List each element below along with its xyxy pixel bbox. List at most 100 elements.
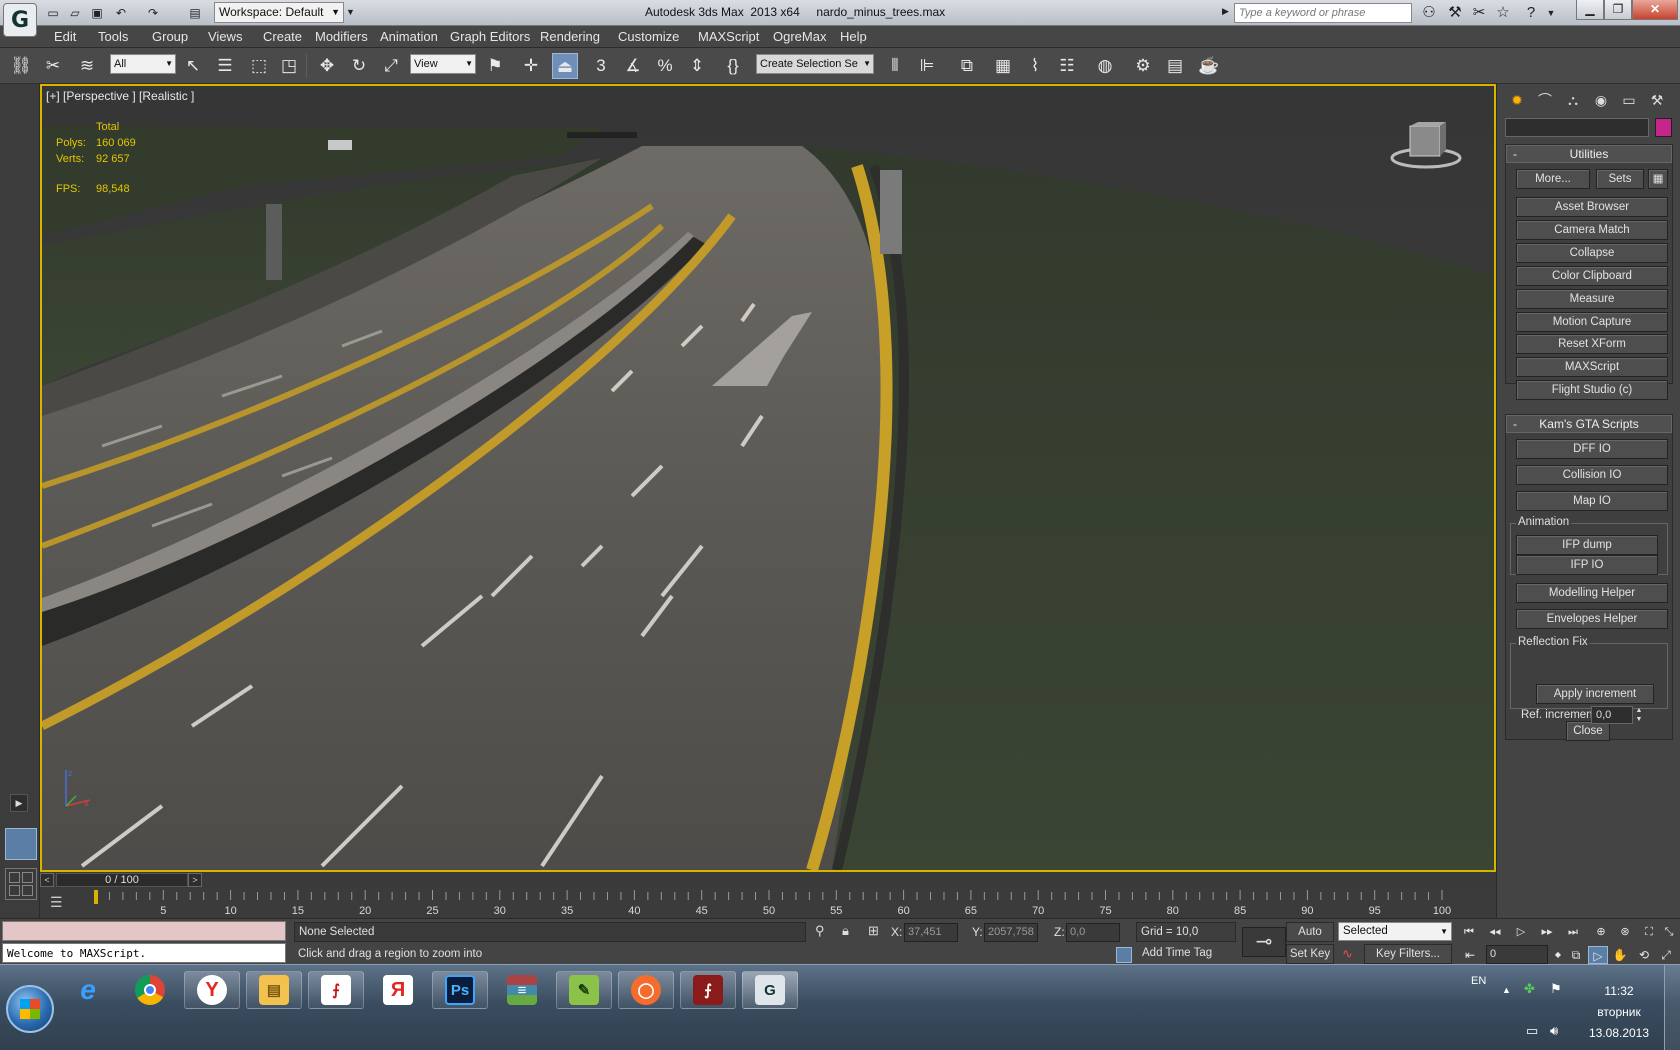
volume-icon[interactable]: 🔊︎ <box>1550 1023 1558 1039</box>
angle-snap-icon[interactable]: ∡ <box>620 53 646 79</box>
show-hidden-icons[interactable]: ▲ <box>1502 985 1511 995</box>
communication-icon[interactable]: ✂ <box>1468 3 1490 23</box>
key-filters-button[interactable]: Key Filters... <box>1364 944 1452 964</box>
key-mode-toggle-icon[interactable]: ⇤ <box>1460 946 1480 964</box>
z-coordinate-field[interactable]: 0,0 <box>1066 923 1120 942</box>
project-folder-icon[interactable]: ▤ <box>186 4 204 22</box>
taskbar-file-explorer[interactable]: ▤ <box>246 971 302 1009</box>
align-icon[interactable]: ⊫ <box>914 53 940 79</box>
keyboard-shortcut-override-icon[interactable]: ⏏ <box>552 53 578 79</box>
measure-button[interactable]: Measure <box>1516 289 1668 309</box>
viewcube-icon[interactable] <box>1388 122 1464 170</box>
envelopes-helper-button[interactable]: Envelopes Helper <box>1516 609 1668 629</box>
subscription-icon[interactable]: ⚒ <box>1444 3 1466 23</box>
keyword-search-input[interactable]: Type a keyword or phrase <box>1234 3 1412 23</box>
reference-coordinate-dropdown[interactable]: View ▼ <box>410 54 476 74</box>
taskbar-acrobat-reader[interactable]: ⨍ <box>308 971 364 1009</box>
collapse-button[interactable]: Collapse <box>1516 243 1668 263</box>
flight-studio-button[interactable]: Flight Studio (c) <box>1516 380 1668 400</box>
maxscript-button[interactable]: MAXScript <box>1516 357 1668 377</box>
add-time-tag-button[interactable]: Add Time Tag <box>1142 947 1212 959</box>
dff-io-button[interactable]: DFF IO <box>1516 439 1668 459</box>
timeline-ruler[interactable]: 5 10 15 20 25 30 35 40 45 50 55 60 65 70 75 80 85 90 95 100 <box>40 888 1496 918</box>
zoom-extents-icon[interactable]: ⛶ <box>1638 923 1660 941</box>
viewport-scene[interactable] <box>42 86 1494 870</box>
zoom-all-icon[interactable]: ⊛ <box>1614 923 1636 941</box>
apply-increment-button[interactable]: Apply increment <box>1536 684 1654 704</box>
time-slider-thumb[interactable]: 0 / 100 <box>56 873 188 887</box>
link-icon[interactable]: ⛓ <box>8 53 34 79</box>
menu-edit[interactable]: Edit <box>54 26 76 48</box>
action-center-flag-icon[interactable]: ⚑ <box>1550 981 1562 997</box>
pivot-center-icon[interactable]: ⚑ <box>482 53 508 79</box>
quad-viewport-layout[interactable] <box>5 868 37 900</box>
rotate-icon[interactable]: ↻ <box>346 53 372 79</box>
layer-manager-icon[interactable]: ⧉ <box>954 53 980 79</box>
y-coordinate-field[interactable]: 2057,758 <box>984 923 1038 942</box>
taskbar-winrar[interactable]: ≡ <box>494 971 550 1009</box>
menu-tools[interactable]: Tools <box>98 26 128 48</box>
play-icon[interactable]: ▷ <box>1510 923 1532 941</box>
mirror-icon[interactable]: ⫴ <box>882 53 908 79</box>
network-tray-icon[interactable]: ✤ <box>1524 981 1535 997</box>
time-tag-icon[interactable] <box>1116 947 1132 963</box>
taskbar-yandex[interactable]: Я <box>370 971 426 1009</box>
ref-increment-spinner-icon[interactable]: ▲ ▼ <box>1634 706 1644 724</box>
viewport-label-menu[interactable]: [+] [Perspective ] [Realistic ] <box>46 89 194 103</box>
close-rollout-button[interactable]: Close <box>1566 721 1610 741</box>
maxscript-listener-output[interactable]: Welcome to MAXScript. <box>2 943 286 963</box>
previous-key-icon[interactable]: ◂◂ <box>1484 923 1506 941</box>
taskbar-3ds-max[interactable]: G <box>742 971 798 1009</box>
taskbar-acrobat[interactable]: ⨍ <box>680 971 736 1009</box>
close-window-button[interactable]: ✕ <box>1632 0 1678 20</box>
save-file-icon[interactable]: ▣ <box>88 4 106 22</box>
menu-customize[interactable]: Customize <box>618 26 679 48</box>
pan-view-icon[interactable]: ✋ <box>1610 946 1630 964</box>
app-menu-button[interactable]: G <box>3 3 37 37</box>
percent-snap-icon[interactable]: % <box>652 53 678 79</box>
material-editor-icon[interactable]: ◍ <box>1092 53 1118 79</box>
menu-help[interactable]: Help <box>840 26 867 48</box>
taskbar-internet-explorer[interactable]: e <box>60 971 116 1009</box>
edit-named-selection-icon[interactable]: {} <box>720 53 746 79</box>
new-file-icon[interactable]: ▭ <box>44 4 62 22</box>
selection-lock-icon[interactable]: 🔒︎ <box>842 923 849 939</box>
utilities-rollout-header[interactable]: - Utilities <box>1506 145 1672 163</box>
previous-frame-icon[interactable]: < <box>40 873 54 887</box>
curve-editor-icon[interactable]: ⌇ <box>1022 53 1048 79</box>
unlink-icon[interactable]: ✂ <box>40 53 66 79</box>
render-setup-icon[interactable]: ⚙ <box>1130 53 1156 79</box>
menu-views[interactable]: Views <box>208 26 242 48</box>
utilities-tab-icon[interactable]: ⚒ <box>1645 88 1669 112</box>
auto-key-button[interactable]: Auto Key <box>1286 922 1334 956</box>
expand-layouts-icon[interactable]: ▶ <box>10 794 28 812</box>
set-keys-icon[interactable]: ⊸ <box>1242 927 1286 957</box>
taskbar-yandex-browser[interactable]: Y <box>184 971 240 1009</box>
gta-rollout-header[interactable]: - Kam's GTA Scripts <box>1506 415 1672 433</box>
bind-space-warp-icon[interactable]: ≋ <box>74 53 100 79</box>
zoom-icon[interactable]: ⊕ <box>1590 923 1612 941</box>
schematic-view-icon[interactable]: ☷ <box>1054 53 1080 79</box>
select-object-icon[interactable]: ↖ <box>180 53 206 79</box>
move-icon[interactable]: ✥ <box>314 53 340 79</box>
isolate-selection-icon[interactable]: ⚲ <box>815 923 825 939</box>
time-configuration-icon[interactable]: ⧉ <box>1566 946 1586 964</box>
menu-graph-editors[interactable]: Graph Editors <box>450 26 530 48</box>
open-file-icon[interactable]: ▱ <box>66 4 84 22</box>
input-language[interactable]: EN <box>1471 975 1486 987</box>
x-coordinate-field[interactable]: 37,451 <box>904 923 958 942</box>
maximize-button[interactable]: ❐ <box>1604 0 1632 20</box>
menu-create[interactable]: Create <box>263 26 302 48</box>
perspective-viewport[interactable]: [+] [Perspective ] [Realistic ] Total Po… <box>40 84 1496 872</box>
zoom-extents-all-icon[interactable]: ⤡ <box>1658 923 1680 941</box>
snaps-toggle-icon[interactable]: 3 <box>588 53 614 79</box>
rectangular-selection-icon[interactable]: ⬚ <box>246 53 272 79</box>
go-to-start-icon[interactable]: ⏮ <box>1458 923 1480 941</box>
start-button[interactable] <box>6 985 54 1033</box>
time-slider[interactable]: < 0 / 100 > <box>40 872 1496 888</box>
map-io-button[interactable]: Map IO <box>1516 491 1668 511</box>
ref-increment-input[interactable]: 0,0 <box>1591 706 1633 724</box>
help-dropdown-icon[interactable]: ▼ <box>1540 3 1562 23</box>
ifp-io-button[interactable]: IFP IO <box>1516 555 1658 575</box>
menu-rendering[interactable]: Rendering <box>540 26 600 48</box>
